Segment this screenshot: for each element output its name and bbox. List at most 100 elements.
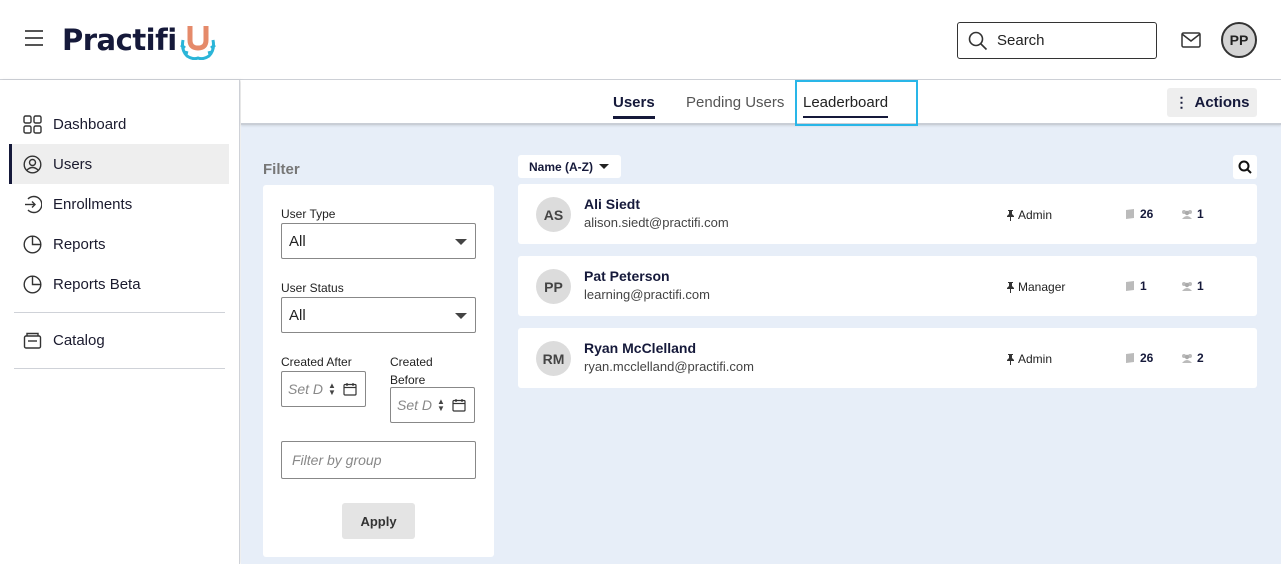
list-search-button[interactable] [1233,155,1257,179]
role-label: Admin [1018,208,1053,222]
pin-icon [1007,281,1014,293]
created-after-label: Created After [281,355,352,369]
created-after-input[interactable]: Set D ▲ ▼ [281,371,366,407]
user-name: Pat Peterson [584,268,670,284]
search-icon [968,31,988,50]
sidebar-divider [14,312,225,313]
grid-icon [23,114,42,134]
user-avatar: AS [536,197,571,232]
actions-label: Actions [1194,94,1250,111]
sidebar-item-reports[interactable]: Reports [9,224,229,264]
group-count: 1 [1181,207,1204,221]
apply-button[interactable]: Apply [342,503,415,539]
user-row[interactable]: PP Pat Peterson learning@practifi.com Ma… [518,256,1257,316]
sidebar-item-label: Dashboard [53,115,127,133]
sidebar-item-label: Users [53,155,93,173]
user-avatar: PP [536,269,571,304]
pin-icon [1007,353,1014,365]
catalog-icon [23,332,42,349]
sidebar-item-label: Catalog [53,331,105,349]
sidebar-item-catalog[interactable]: Catalog [9,320,229,360]
user-status-value: All [289,306,306,324]
sidebar-item-dashboard[interactable]: Dashboard [9,104,229,144]
user-role: Admin [1006,208,1052,222]
sidebar: Dashboard Users Enrollments Reports Repo… [0,80,240,564]
user-row[interactable]: RM Ryan McClelland ryan.mcclelland@pract… [518,328,1257,388]
role-label: Manager [1018,280,1066,294]
user-avatar: RM [536,341,571,376]
user-role: Admin [1006,352,1052,366]
user-type-label: User Type [281,207,336,221]
sidebar-item-reports-beta[interactable]: Reports Beta [9,264,229,304]
top-bar: Practifi U PP [0,0,1281,80]
user-row[interactable]: AS Ali Siedt alison.siedt@practifi.com A… [518,184,1257,244]
chevron-down-icon [455,313,467,319]
menu-icon[interactable] [25,30,43,46]
sidebar-item-users[interactable]: Users [9,144,229,184]
search-box[interactable] [957,22,1157,59]
pie-chart-icon [23,274,42,294]
book-icon [1126,353,1134,363]
course-count-value: 1 [1140,279,1147,293]
user-avatar[interactable]: PP [1221,22,1257,58]
spinner-icon[interactable]: ▲ ▼ [437,398,445,413]
search-icon [1238,160,1252,174]
group-count: 1 [1181,279,1204,293]
spinner-icon[interactable]: ▲ ▼ [328,382,336,397]
sort-label: Name (A-Z) [529,159,594,174]
group-icon [1182,282,1192,291]
user-status-select[interactable]: All [281,297,476,333]
created-before-input[interactable]: Set D ▲ ▼ [390,387,475,423]
logo[interactable]: Practifi U [62,20,217,60]
user-role: Manager [1006,280,1065,294]
user-name: Ali Siedt [584,196,641,212]
search-input[interactable] [997,32,1147,49]
group-count-value: 1 [1197,279,1204,293]
sidebar-item-label: Reports [53,235,106,253]
course-count-value: 26 [1140,351,1154,365]
user-status-label: User Status [281,281,344,295]
book-icon [1126,209,1134,219]
date-placeholder: Set D [397,397,433,413]
group-count: 2 [1181,351,1204,365]
tab-bar: Users Pending Users Leaderboard ⋮ Action… [241,80,1281,126]
group-count-value: 2 [1197,351,1204,365]
course-count-value: 26 [1140,207,1154,221]
filter-title: Filter [263,161,300,178]
actions-button[interactable]: ⋮ Actions [1167,88,1257,117]
logo-letter: U [197,43,198,45]
user-circle-icon [23,154,42,174]
more-vertical-icon: ⋮ [1174,94,1189,110]
sidebar-item-enrollments[interactable]: Enrollments [9,184,229,224]
enroll-icon [25,195,42,213]
chevron-down-icon [455,239,467,245]
filter-panel: User Type All User Status All Created Af… [263,185,494,557]
date-placeholder: Set D [288,381,324,397]
pie-chart-icon [23,234,42,254]
user-email: learning@practifi.com [584,287,710,302]
group-placeholder: Filter by group [292,452,382,468]
tab-pending-users[interactable]: Pending Users [686,94,784,116]
user-type-value: All [289,232,306,250]
course-count: 26 [1124,351,1153,365]
group-count-value: 1 [1197,207,1204,221]
user-name: Ryan McClelland [584,340,697,356]
tab-leaderboard[interactable]: Leaderboard [803,94,889,118]
calendar-icon[interactable] [343,382,357,396]
user-email: ryan.mcclelland@practifi.com [584,359,754,374]
chevron-down-icon [599,164,610,169]
avatar-initials: PP [1229,32,1249,48]
user-type-select[interactable]: All [281,223,476,259]
tab-users[interactable]: Users [613,94,655,119]
book-icon [1126,281,1134,291]
sidebar-item-label: Enrollments [53,195,133,213]
mail-icon[interactable] [1181,31,1201,49]
role-label: Admin [1018,352,1053,366]
group-icon [1182,210,1192,219]
sidebar-divider [14,368,225,369]
calendar-icon[interactable] [452,398,466,412]
main-content: Users Pending Users Leaderboard ⋮ Action… [241,80,1281,564]
filter-by-group-input[interactable]: Filter by group [281,441,476,479]
sort-dropdown[interactable]: Name (A-Z) [518,155,621,178]
pin-icon [1007,209,1014,221]
